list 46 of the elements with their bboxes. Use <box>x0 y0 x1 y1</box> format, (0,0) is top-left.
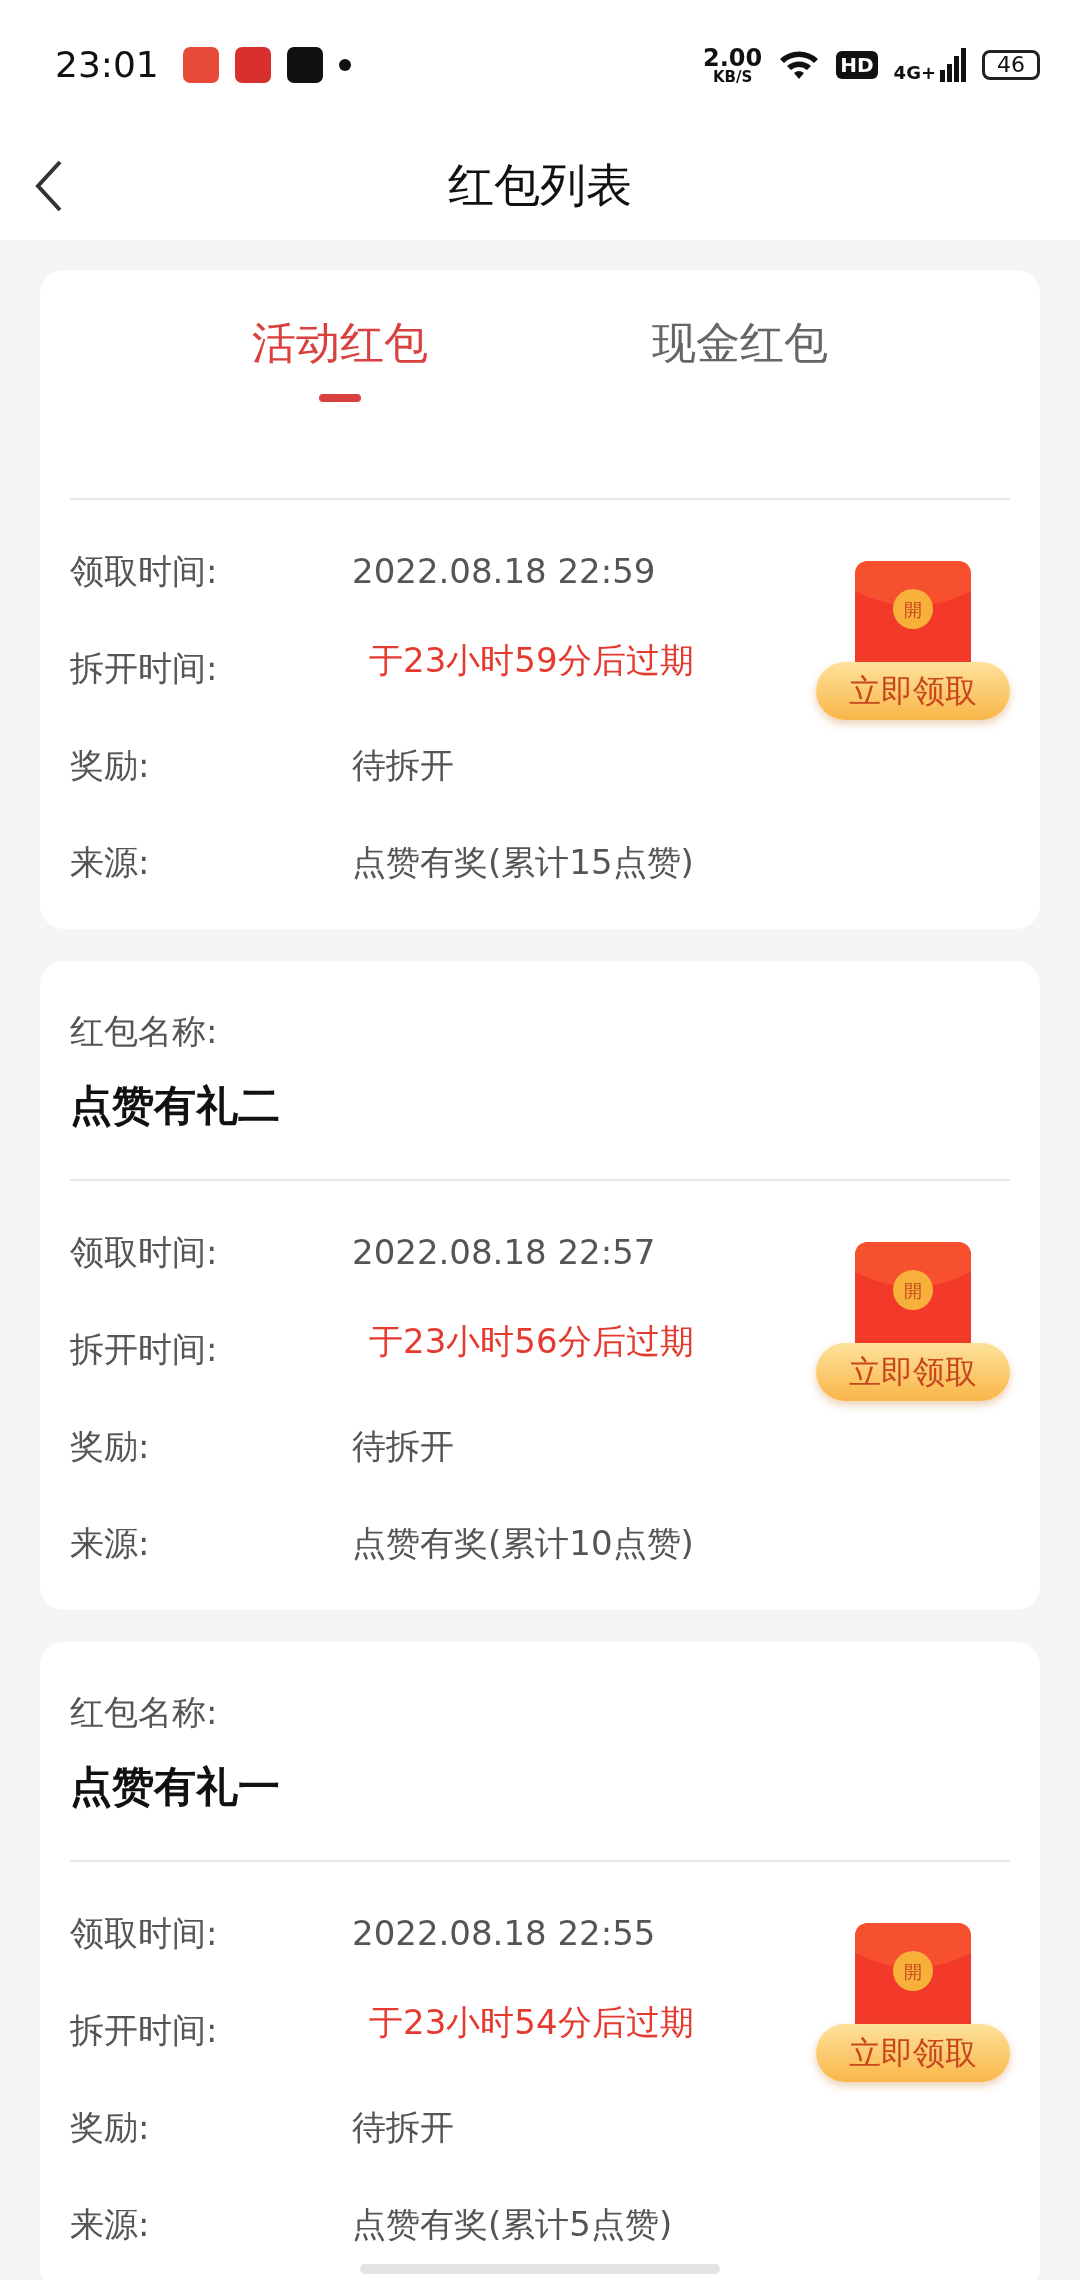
field-value: 2022.08.18 22:57 <box>352 1231 656 1274</box>
field-label: 来源: <box>70 1522 151 1565</box>
claim-button[interactable]: 立即领取 <box>816 1343 1010 1401</box>
tab[interactable]: 现金红包 <box>620 270 860 440</box>
wifi-icon <box>778 49 821 81</box>
field-label: 领取时间: <box>70 1912 219 1955</box>
speed-unit: KB/S <box>713 69 753 85</box>
field-value: 点赞有奖(累计15点赞) <box>352 841 694 884</box>
app-icon <box>234 47 271 83</box>
field-label: 拆开时间: <box>70 2009 219 2052</box>
field-value: 待拆开 <box>352 2106 454 2149</box>
tab[interactable]: 活动红包 <box>220 270 460 440</box>
field-label: 拆开时间: <box>70 647 219 690</box>
field-label: 奖励: <box>70 2106 151 2149</box>
claim-button[interactable]: 立即领取 <box>816 662 1010 720</box>
field-label: 红包名称: <box>70 1691 219 1734</box>
field-label: 奖励: <box>70 1425 151 1468</box>
field-value: 于23小时56分后过期 <box>368 1320 695 1363</box>
field-value: 2022.08.18 22:55 <box>352 1912 656 1955</box>
claim-button[interactable]: 立即领取 <box>816 2024 1010 2082</box>
field-label: 红包名称: <box>70 1010 219 1053</box>
app-icon <box>182 47 219 83</box>
hd-badge: HD <box>836 51 878 79</box>
packet-name: 点赞有礼二 <box>70 1080 281 1132</box>
network-type: 4G+ <box>893 64 936 82</box>
field-label: 领取时间: <box>70 1231 219 1274</box>
field-value: 于23小时54分后过期 <box>368 2001 695 2044</box>
field-value: 待拆开 <box>352 1425 454 1468</box>
field-value: 于23小时59分后过期 <box>368 639 695 682</box>
field-label: 拆开时间: <box>70 1328 219 1371</box>
app-icon <box>286 47 323 83</box>
field-label: 来源: <box>70 2203 151 2246</box>
signal-icon <box>940 48 966 82</box>
field-value: 点赞有奖(累计5点赞) <box>352 2203 673 2246</box>
network-speed: 2.00 <box>703 45 763 70</box>
field-label: 领取时间: <box>70 550 219 593</box>
field-value: 待拆开 <box>352 744 454 787</box>
battery-level: 46 <box>982 50 1040 80</box>
clock: 23:01 <box>55 43 159 87</box>
field-value: 点赞有奖(累计10点赞) <box>352 1522 694 1565</box>
field-label: 来源: <box>70 841 151 884</box>
field-label: 奖励: <box>70 744 151 787</box>
page-title: 红包列表 <box>448 156 632 214</box>
packet-name: 点赞有礼一 <box>70 1761 281 1813</box>
dot-icon <box>338 59 351 71</box>
field-value: 2022.08.18 22:59 <box>352 550 656 593</box>
